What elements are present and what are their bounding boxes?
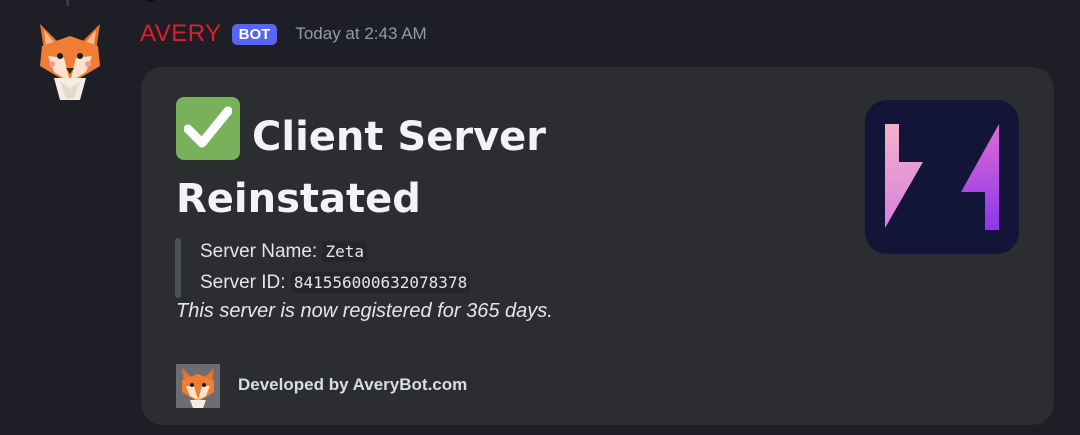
- field-server-id: Server ID: 841556000632078378: [200, 272, 471, 294]
- field-label: Server Name:: [200, 241, 318, 262]
- blockquote-bar: [175, 238, 181, 298]
- registration-note: This server is now registered for 365 da…: [176, 300, 553, 322]
- thread-line: [66, 0, 69, 6]
- fox-icon: [40, 24, 100, 100]
- bot-badge: BOT: [231, 23, 278, 45]
- footer-text: Developed by AveryBot.com: [238, 375, 468, 394]
- username[interactable]: AVERY: [140, 20, 222, 48]
- embed-title: Client Server Reinstated: [176, 97, 776, 230]
- message-header: AVERY BOT Today at 2:43 AM: [140, 14, 427, 54]
- zeta-logo-icon: [885, 124, 999, 230]
- footer-fox-icon: [176, 364, 220, 408]
- field-value: 841556000632078378: [290, 272, 471, 293]
- field-server-name: Server Name: Zeta: [200, 241, 368, 263]
- timestamp[interactable]: Today at 2:43 AM: [295, 24, 426, 44]
- check-mark-icon: [176, 97, 240, 160]
- field-label: Server ID:: [200, 272, 286, 293]
- avatar[interactable]: [34, 22, 106, 102]
- previous-avatar-edge: [143, 0, 157, 2]
- embed-card: Client Server Reinstated Server Name: Ze…: [141, 67, 1054, 425]
- zeta-logo-thumbnail[interactable]: [865, 100, 1019, 254]
- field-value: Zeta: [322, 241, 368, 262]
